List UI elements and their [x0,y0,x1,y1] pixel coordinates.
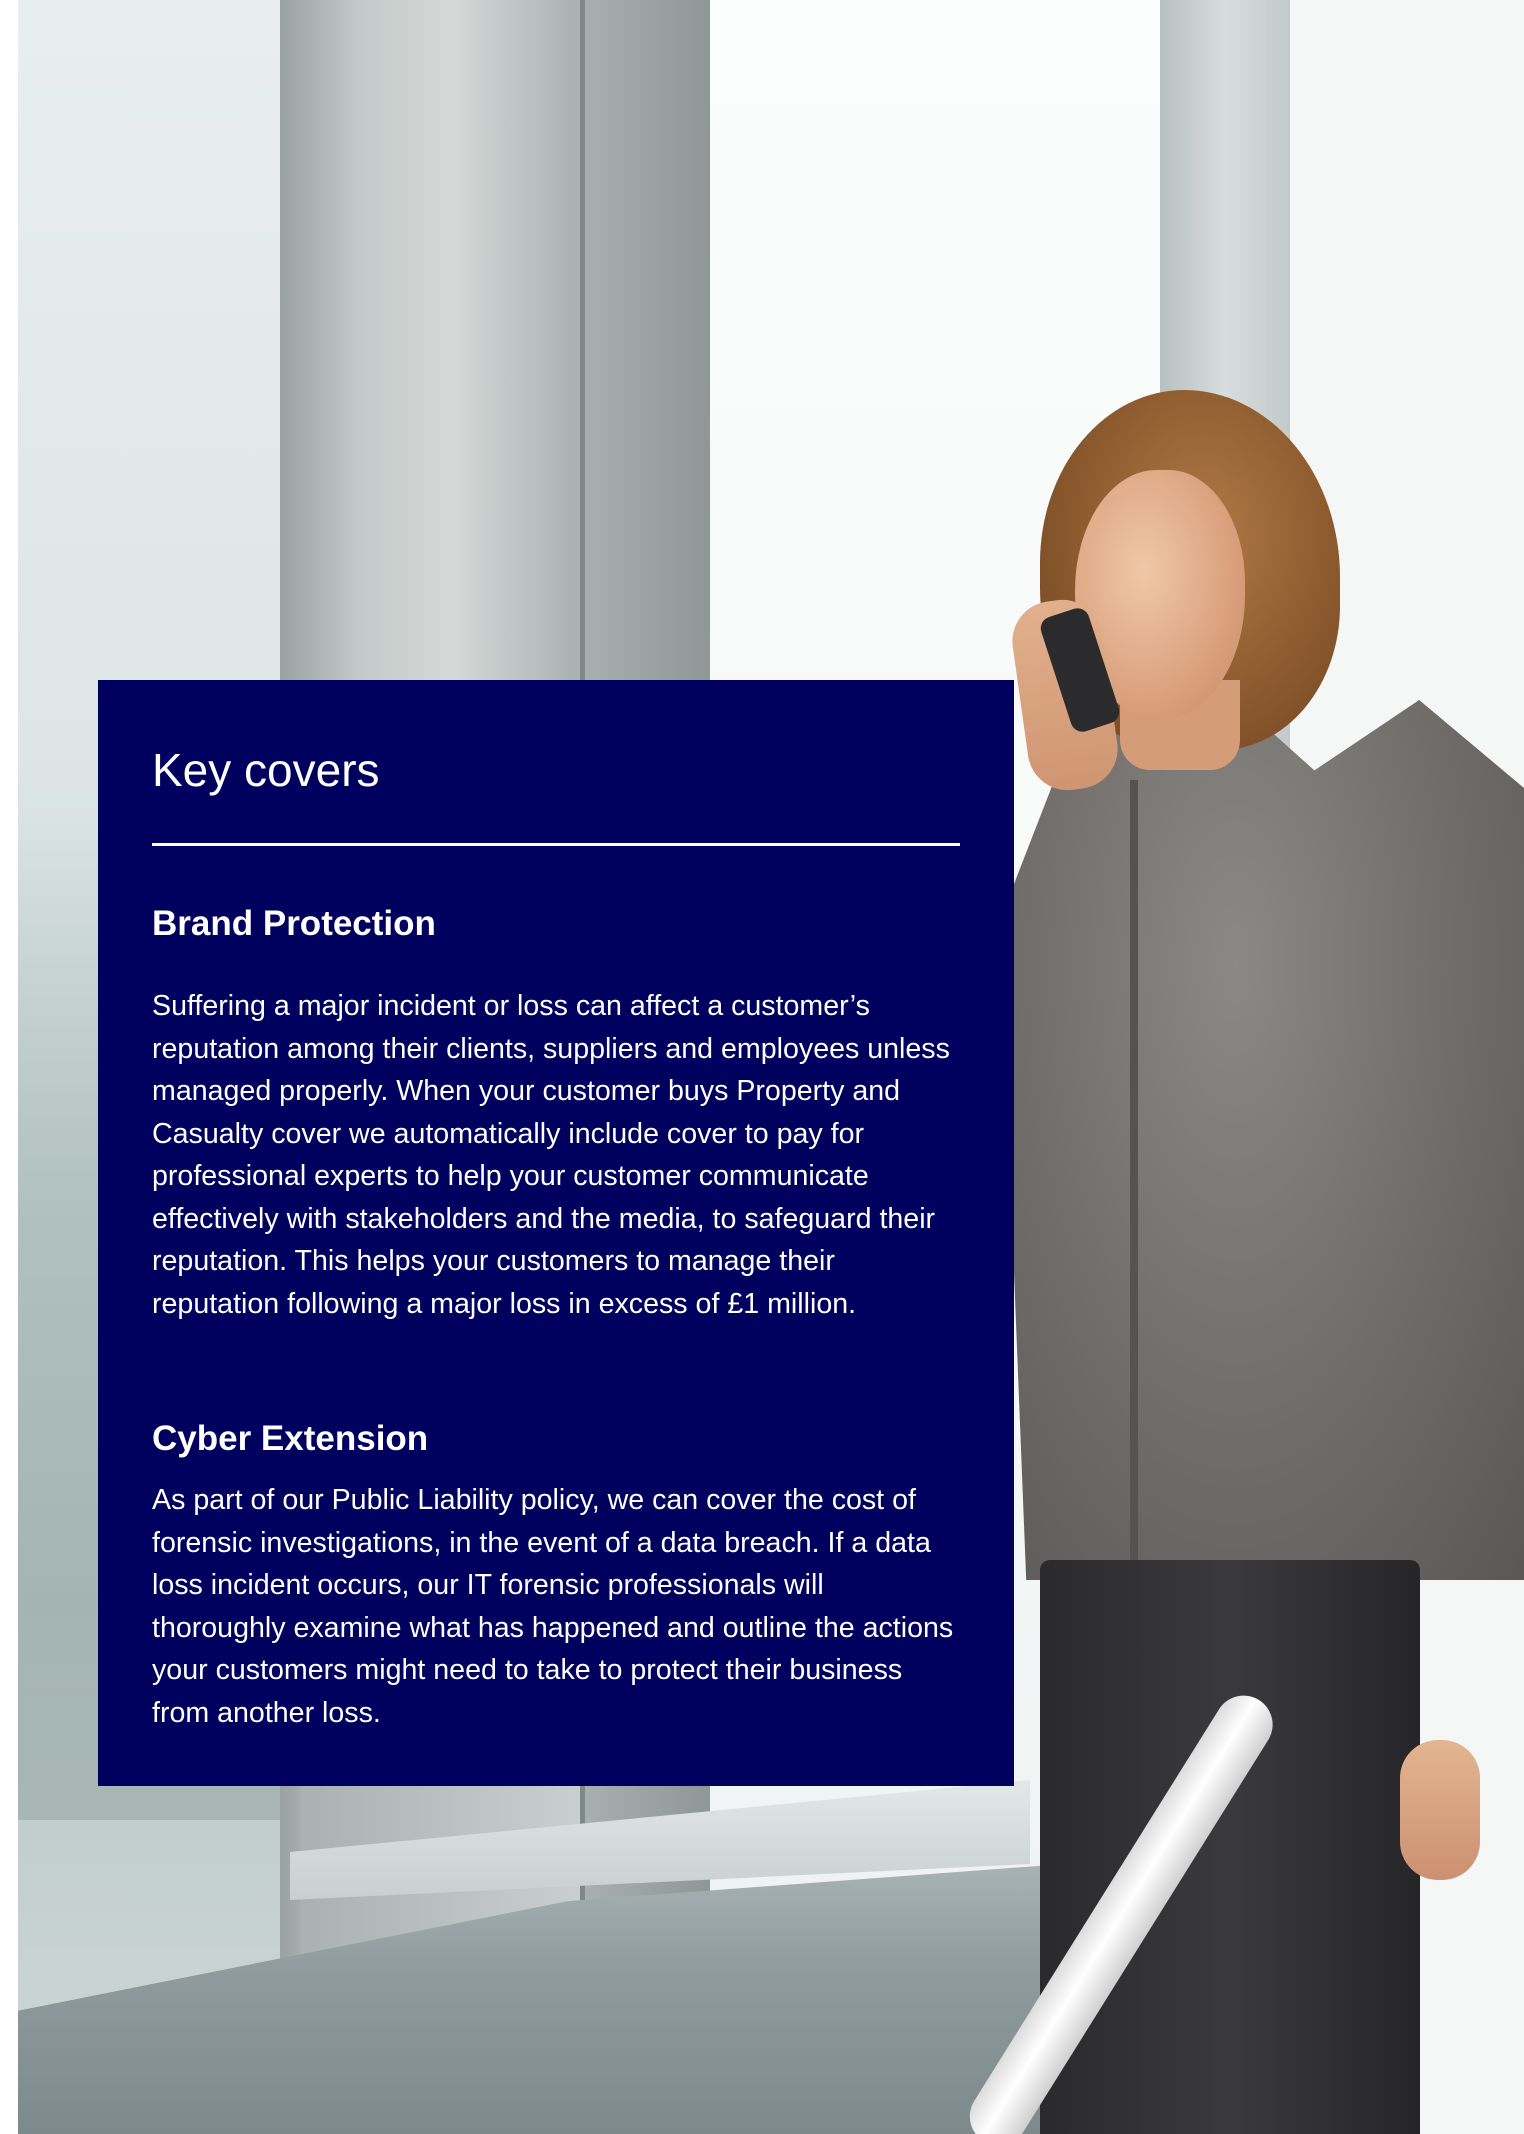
page-edge [0,0,18,2134]
brand-protection-title: Brand Protection [152,904,436,943]
cyber-extension-text: As part of our Public Liability policy, … [152,1484,954,1729]
woman-trousers [1040,1560,1420,2134]
heading-divider [152,843,960,846]
panel-heading: Key covers [152,744,380,796]
shirt-placket [1130,780,1138,1560]
woman-hand-holding-plans [1400,1740,1480,1880]
key-covers-panel: Key covers Brand Protection Suffering a … [98,680,1014,1786]
cyber-extension-title: Cyber Extension [152,1419,429,1458]
woman-shirt [1000,700,1524,1580]
brand-protection-text: Suffering a major incident or loss can a… [152,990,950,1320]
